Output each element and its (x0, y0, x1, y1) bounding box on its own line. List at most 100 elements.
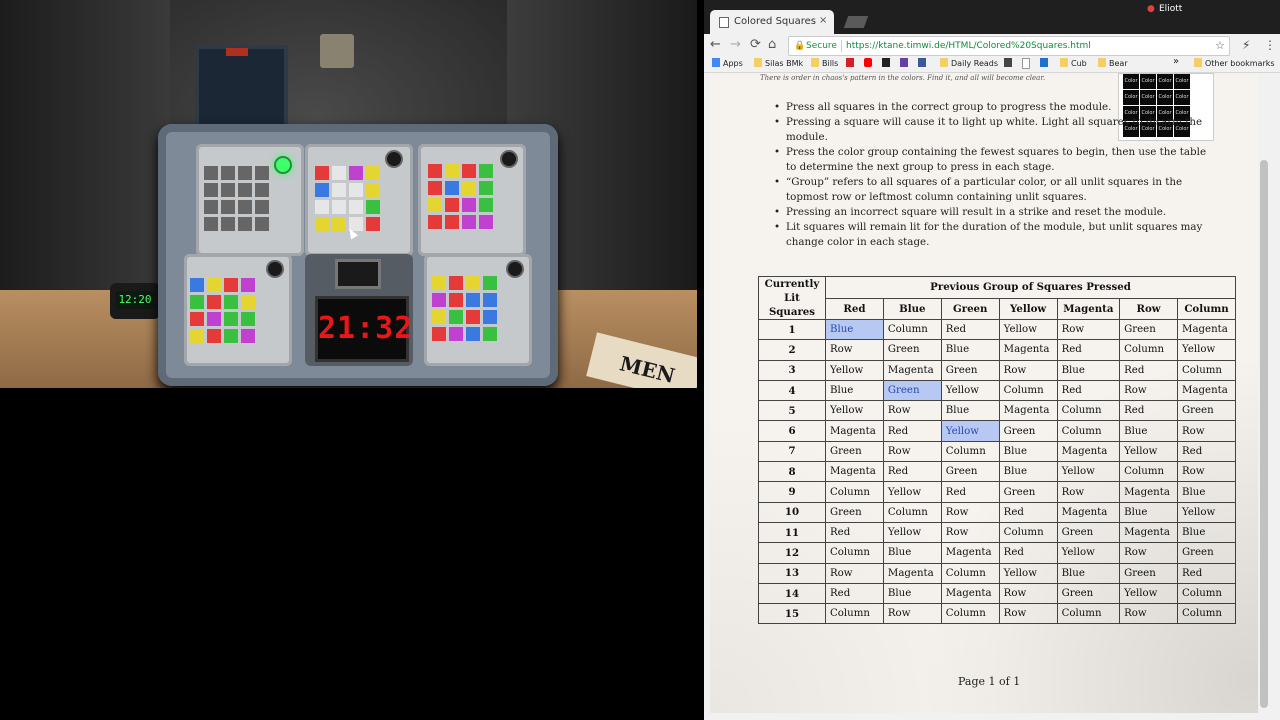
bookmark-facebook[interactable] (918, 58, 929, 68)
colored-square[interactable] (238, 166, 252, 180)
colored-square[interactable] (315, 183, 329, 197)
colored-square[interactable] (366, 217, 380, 231)
reload-button[interactable]: ⟳ (750, 37, 761, 53)
home-button[interactable]: ⌂ (768, 37, 776, 53)
bookmark-paypal[interactable] (1040, 58, 1051, 68)
module-grid[interactable] (190, 278, 255, 343)
bookmark-twitch[interactable] (900, 58, 911, 68)
colored-square[interactable] (483, 327, 497, 341)
colored-square[interactable] (190, 312, 204, 326)
module-bottom-right[interactable] (424, 254, 532, 366)
bookmarks-overflow-button[interactable]: » (1173, 56, 1179, 67)
colored-square[interactable] (238, 183, 252, 197)
colored-square[interactable] (241, 278, 255, 292)
colored-square[interactable] (349, 183, 363, 197)
module-top-right[interactable] (418, 144, 526, 256)
module-grid[interactable] (428, 164, 493, 229)
colored-square[interactable] (466, 276, 480, 290)
colored-square[interactable] (204, 200, 218, 214)
colored-square[interactable] (479, 181, 493, 195)
colored-square[interactable] (255, 183, 269, 197)
colored-square[interactable] (366, 166, 380, 180)
bookmark-page[interactable] (1022, 58, 1033, 70)
new-tab-button[interactable] (843, 16, 869, 28)
colored-square[interactable] (241, 312, 255, 326)
colored-square[interactable] (221, 166, 235, 180)
colored-square[interactable] (462, 215, 476, 229)
module-grid[interactable] (432, 276, 497, 341)
colored-square[interactable] (207, 312, 221, 326)
colored-square[interactable] (349, 200, 363, 214)
colored-square[interactable] (221, 217, 235, 231)
colored-square[interactable] (224, 295, 238, 309)
colored-square[interactable] (207, 295, 221, 309)
bookmark-bills[interactable]: Bills (811, 58, 838, 68)
colored-square[interactable] (332, 166, 346, 180)
colored-square[interactable] (241, 295, 255, 309)
colored-square[interactable] (449, 293, 463, 307)
address-bar[interactable]: 🔒 Secure https://ktane.timwi.de/HTML/Col… (788, 36, 1230, 56)
url-text[interactable]: https://ktane.timwi.de/HTML/Colored%20Sq… (846, 37, 1091, 55)
colored-square[interactable] (466, 293, 480, 307)
colored-square[interactable] (462, 164, 476, 178)
colored-square[interactable] (432, 310, 446, 324)
colored-square[interactable] (255, 166, 269, 180)
colored-square[interactable] (449, 327, 463, 341)
bookmark-daily-reads[interactable]: Daily Reads (940, 58, 998, 68)
bookmark-apps[interactable]: Apps (712, 58, 743, 68)
other-bookmarks[interactable]: Other bookmarks (1194, 58, 1275, 68)
colored-square[interactable] (462, 198, 476, 212)
colored-square[interactable] (445, 164, 459, 178)
colored-square[interactable] (224, 329, 238, 343)
colored-square[interactable] (466, 310, 480, 324)
profile-icon[interactable]: ● (1147, 4, 1155, 14)
colored-square[interactable] (315, 200, 329, 214)
module-top-middle[interactable] (305, 144, 413, 256)
colored-square[interactable] (207, 278, 221, 292)
colored-square[interactable] (204, 217, 218, 231)
tab-close-icon[interactable]: × (819, 15, 827, 26)
colored-square[interactable] (190, 329, 204, 343)
colored-square[interactable] (445, 181, 459, 195)
colored-square[interactable] (483, 293, 497, 307)
module-top-left[interactable] (196, 144, 304, 256)
game-view[interactable]: 12:20 MEN 21:32 (0, 0, 697, 388)
colored-square[interactable] (349, 166, 363, 180)
colored-square[interactable] (224, 312, 238, 326)
colored-square[interactable] (255, 217, 269, 231)
colored-square[interactable] (221, 183, 235, 197)
colored-square[interactable] (445, 215, 459, 229)
forward-button[interactable]: → (730, 37, 741, 53)
colored-square[interactable] (332, 183, 346, 197)
colored-square[interactable] (204, 183, 218, 197)
colored-square[interactable] (238, 200, 252, 214)
colored-square[interactable] (204, 166, 218, 180)
colored-square[interactable] (366, 183, 380, 197)
colored-square[interactable] (466, 327, 480, 341)
colored-square[interactable] (207, 329, 221, 343)
bookmark-folder[interactable] (1004, 58, 1015, 68)
colored-square[interactable] (428, 181, 442, 195)
colored-square[interactable] (190, 295, 204, 309)
bookmark-star-icon[interactable]: ☆ (1215, 37, 1225, 55)
module-bottom-left[interactable] (184, 254, 292, 366)
manual-page[interactable]: There is order in chaos's pattern in the… (710, 73, 1258, 713)
colored-square[interactable] (449, 310, 463, 324)
colored-square[interactable] (224, 278, 238, 292)
colored-square[interactable] (432, 276, 446, 290)
colored-square[interactable] (432, 327, 446, 341)
bookmark-imdb[interactable] (882, 58, 893, 68)
scrollbar-thumb[interactable] (1260, 160, 1268, 708)
profile-name[interactable]: Eliott (1159, 4, 1182, 14)
colored-square[interactable] (428, 215, 442, 229)
menu-icon[interactable]: ⋮ (1264, 38, 1276, 52)
colored-square[interactable] (315, 166, 329, 180)
bookmark-silas-bmk[interactable]: Silas BMk (754, 58, 803, 68)
colored-square[interactable] (332, 217, 346, 231)
colored-square[interactable] (479, 198, 493, 212)
bookmark-netflix[interactable] (846, 58, 857, 68)
colored-square[interactable] (483, 310, 497, 324)
colored-square[interactable] (255, 200, 269, 214)
module-grid[interactable] (315, 166, 380, 231)
colored-square[interactable] (428, 198, 442, 212)
